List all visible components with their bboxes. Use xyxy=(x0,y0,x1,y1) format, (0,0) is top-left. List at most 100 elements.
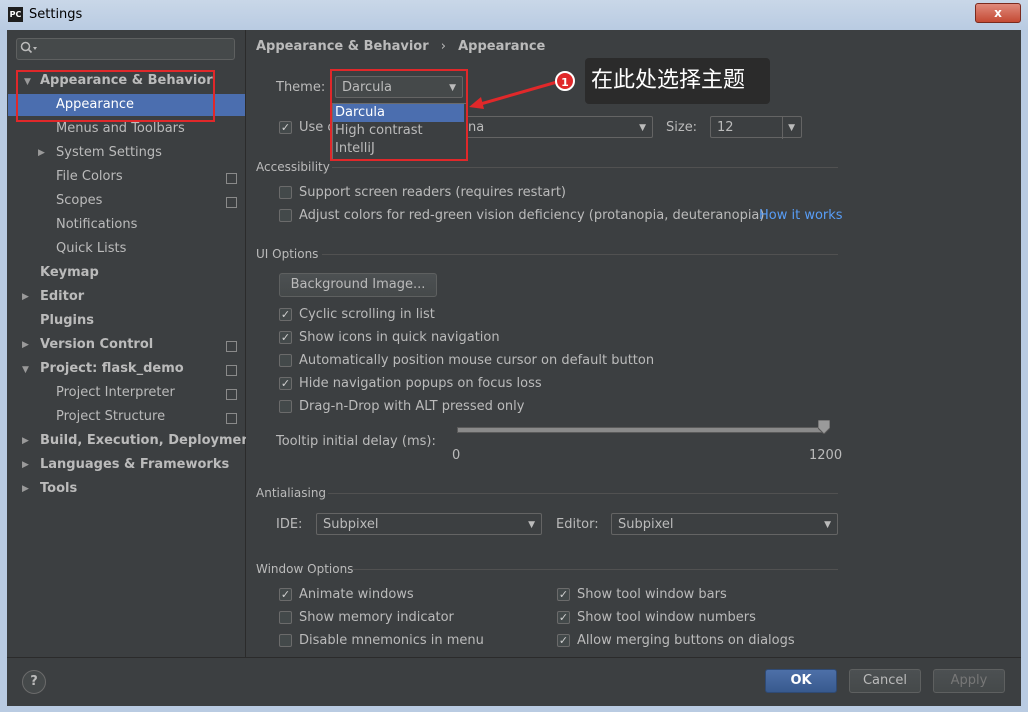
window-titlebar xyxy=(0,0,1028,31)
disable-mnemonics-checkbox[interactable] xyxy=(279,634,292,647)
breadcrumb-separator: › xyxy=(440,39,446,54)
settings-search-input[interactable] xyxy=(16,38,235,60)
tooltip-delay-label: Tooltip initial delay (ms): xyxy=(276,434,436,449)
hide-popups-checkbox[interactable]: ✓ xyxy=(279,377,292,390)
tool-window-numbers-label: Show tool window numbers xyxy=(577,610,756,625)
memory-indicator-label: Show memory indicator xyxy=(299,610,454,625)
font-size-label: Size: xyxy=(666,120,698,135)
tool-window-bars-label: Show tool window bars xyxy=(577,587,727,602)
ui-options-section-title: UI Options xyxy=(256,247,319,261)
expand-arrow-right-icon[interactable]: ▶ xyxy=(22,460,29,470)
window-frame-right xyxy=(1021,30,1028,712)
annotation-highlight-box xyxy=(330,69,468,161)
expand-arrow-down-icon[interactable]: ▼ xyxy=(22,365,29,375)
animate-windows-label: Animate windows xyxy=(299,587,414,602)
ide-antialiasing-select[interactable]: Subpixel ▼ xyxy=(316,513,542,535)
breadcrumb: Appearance & Behavior › Appearance xyxy=(256,39,545,54)
help-button[interactable]: ? xyxy=(22,670,46,694)
sidebar-item-keymap[interactable]: Keymap xyxy=(40,262,99,284)
background-image-button[interactable]: Background Image... xyxy=(279,273,437,297)
merging-buttons-checkbox[interactable]: ✓ xyxy=(557,634,570,647)
sidebar-item-file-colors[interactable]: File Colors xyxy=(56,166,123,188)
ok-button[interactable]: OK xyxy=(765,669,837,693)
expand-arrow-right-icon[interactable]: ▶ xyxy=(22,436,29,446)
tool-window-bars-checkbox[interactable]: ✓ xyxy=(557,588,570,601)
window-frame-bottom xyxy=(0,705,1028,712)
tooltip-delay-slider-track[interactable] xyxy=(457,427,826,433)
auto-position-label: Automatically position mouse cursor on d… xyxy=(299,353,655,368)
sidebar-item-system-settings[interactable]: System Settings xyxy=(56,142,162,164)
expand-arrow-right-icon[interactable]: ▶ xyxy=(22,292,29,302)
hide-popups-label: Hide navigation popups on focus loss xyxy=(299,376,542,391)
ide-antialiasing-label: IDE: xyxy=(276,517,303,532)
sidebar-item-tools[interactable]: Tools xyxy=(40,478,77,500)
cyclic-scrolling-checkbox[interactable]: ✓ xyxy=(279,308,292,321)
window-title: Settings xyxy=(29,7,83,22)
accessibility-section-title: Accessibility xyxy=(256,160,330,174)
annotation-step-badge: 1 xyxy=(555,71,575,91)
slider-min-label: 0 xyxy=(452,448,461,463)
section-divider xyxy=(328,493,838,494)
animate-windows-checkbox[interactable]: ✓ xyxy=(279,588,292,601)
sidebar-item-project-interpreter[interactable]: Project Interpreter xyxy=(56,382,175,404)
slider-max-label: 1200 xyxy=(809,448,843,463)
theme-label: Theme: xyxy=(276,80,326,95)
sidebar-item-build-execution[interactable]: Build, Execution, Deployment xyxy=(40,430,257,452)
sidebar-item-plugins[interactable]: Plugins xyxy=(40,310,94,332)
annotation-highlight-box xyxy=(16,70,215,122)
project-config-icon xyxy=(226,341,237,352)
color-adjust-checkbox[interactable] xyxy=(279,209,292,222)
how-it-works-link[interactable]: How it works xyxy=(759,208,843,223)
sidebar-item-editor[interactable]: Editor xyxy=(40,286,84,308)
screen-readers-label: Support screen readers (requires restart… xyxy=(299,185,566,200)
expand-arrow-right-icon[interactable]: ▶ xyxy=(22,484,29,494)
drag-drop-label: Drag-n-Drop with ALT pressed only xyxy=(299,399,525,414)
tool-window-numbers-checkbox[interactable]: ✓ xyxy=(557,611,570,624)
editor-antialiasing-select[interactable]: Subpixel ▼ xyxy=(611,513,838,535)
annotation-callout: 在此处选择主题 xyxy=(585,58,770,104)
chevron-down-icon: ▼ xyxy=(782,117,795,139)
sidebar-item-project[interactable]: Project: flask_demo xyxy=(40,358,184,380)
color-adjust-label: Adjust colors for red-green vision defic… xyxy=(299,208,765,223)
font-size-select[interactable]: 12 ▼ xyxy=(710,116,802,139)
window-close-button[interactable]: x xyxy=(975,3,1021,23)
show-icons-checkbox[interactable]: ✓ xyxy=(279,331,292,344)
auto-position-checkbox[interactable] xyxy=(279,354,292,367)
chevron-down-icon: ▼ xyxy=(824,520,831,530)
project-config-icon xyxy=(226,413,237,424)
drag-drop-checkbox[interactable] xyxy=(279,400,292,413)
use-custom-font-checkbox[interactable]: ✓ xyxy=(279,121,292,134)
pycharm-app-icon: PC xyxy=(8,7,23,22)
section-divider xyxy=(322,254,838,255)
search-icon xyxy=(20,41,38,58)
cancel-button[interactable]: Cancel xyxy=(849,669,921,693)
screen-readers-checkbox[interactable] xyxy=(279,186,292,199)
font-size-value: 12 xyxy=(717,120,734,135)
expand-arrow-right-icon[interactable]: ▶ xyxy=(22,340,29,350)
ide-antialiasing-value: Subpixel xyxy=(323,517,379,532)
project-config-icon xyxy=(226,197,237,208)
sidebar-item-notifications[interactable]: Notifications xyxy=(56,214,137,236)
section-divider xyxy=(332,167,838,168)
breadcrumb-current: Appearance xyxy=(458,39,546,54)
slider-thumb-icon[interactable] xyxy=(818,420,830,434)
project-config-icon xyxy=(226,389,237,400)
sidebar-item-version-control[interactable]: Version Control xyxy=(40,334,153,356)
font-family-value: na xyxy=(468,120,485,135)
cyclic-scrolling-label: Cyclic scrolling in list xyxy=(299,307,435,322)
sidebar-item-project-structure[interactable]: Project Structure xyxy=(56,406,165,428)
memory-indicator-checkbox[interactable] xyxy=(279,611,292,624)
merging-buttons-label: Allow merging buttons on dialogs xyxy=(577,633,795,648)
chevron-down-icon: ▼ xyxy=(639,123,646,133)
show-icons-label: Show icons in quick navigation xyxy=(299,330,500,345)
sidebar-item-scopes[interactable]: Scopes xyxy=(56,190,102,212)
breadcrumb-parent[interactable]: Appearance & Behavior xyxy=(256,39,429,54)
expand-arrow-right-icon[interactable]: ▶ xyxy=(38,148,45,158)
sidebar-item-languages-frameworks[interactable]: Languages & Frameworks xyxy=(40,454,229,476)
sidebar-item-quick-lists[interactable]: Quick Lists xyxy=(56,238,126,260)
annotation-arrow-icon xyxy=(469,80,558,109)
content-scrollbar[interactable] xyxy=(1008,36,1016,654)
font-family-select[interactable]: na ▼ xyxy=(461,116,653,138)
window-frame-left xyxy=(0,30,7,712)
apply-button[interactable]: Apply xyxy=(933,669,1005,693)
